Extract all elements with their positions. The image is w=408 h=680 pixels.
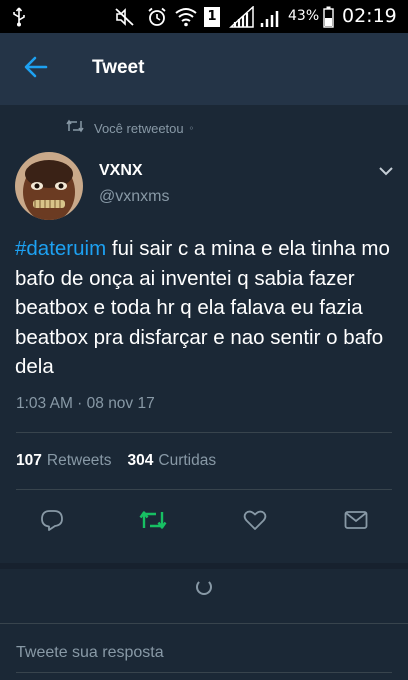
loading-spinner-icon <box>196 579 212 595</box>
reply-button[interactable] <box>35 505 69 539</box>
tweet-timestamp: 1:03 AM · 08 nov 17 <box>16 395 155 412</box>
likes-stat[interactable]: 304 Curtidas <box>128 452 217 470</box>
reply-input[interactable] <box>16 640 396 666</box>
author-handle[interactable]: @vxnxms <box>99 188 169 206</box>
dot-separator: ⚬ <box>187 122 196 133</box>
alarm-icon <box>146 0 168 33</box>
tweet-stats: 107 Retweets 304 Curtidas <box>16 451 216 471</box>
retweet-icon <box>139 509 167 536</box>
page-title: Tweet <box>92 57 145 78</box>
retweet-button[interactable] <box>136 505 170 539</box>
reply-underline <box>16 672 392 673</box>
back-arrow-icon <box>24 56 48 83</box>
share-icon <box>344 510 368 535</box>
retweets-label: Retweets <box>46 452 112 469</box>
like-button[interactable] <box>238 505 272 539</box>
chevron-down-icon <box>379 163 393 181</box>
like-icon <box>243 509 267 536</box>
section-separator <box>0 563 408 569</box>
retweet-context: Você retweetou ⚬ <box>66 118 195 138</box>
avatar[interactable] <box>15 152 83 220</box>
share-button[interactable] <box>339 505 373 539</box>
clock: 02:19 <box>342 5 397 27</box>
signal-icon <box>228 0 256 33</box>
divider <box>16 489 392 490</box>
tweet-menu-button[interactable] <box>374 160 398 184</box>
battery-percent: 43% <box>288 8 320 24</box>
reply-icon <box>40 509 64 536</box>
retweets-stat[interactable]: 107 Retweets <box>16 452 112 470</box>
divider <box>16 432 392 433</box>
sim-badge: 1 <box>202 0 222 33</box>
likes-label: Curtidas <box>158 452 217 469</box>
wifi-icon <box>174 0 198 33</box>
tweet-text: #dateruim fui sair c a mina e ela tinha … <box>15 234 395 382</box>
status-bar: 1 43% 02:19 <box>0 0 408 33</box>
retweet-context-label: Você retweetou <box>94 120 184 136</box>
likes-count: 304 <box>127 452 154 469</box>
signal-icon-2 <box>258 0 282 33</box>
author-display-name[interactable]: VXNX <box>99 162 143 180</box>
usb-icon <box>10 0 28 33</box>
retweets-count: 107 <box>16 452 42 469</box>
hashtag-link[interactable]: #dateruim <box>15 237 106 260</box>
mute-icon <box>114 0 136 33</box>
back-button[interactable] <box>14 51 58 87</box>
retweet-icon <box>66 119 84 138</box>
battery-icon <box>322 0 334 33</box>
top-bar: Tweet <box>0 33 408 105</box>
